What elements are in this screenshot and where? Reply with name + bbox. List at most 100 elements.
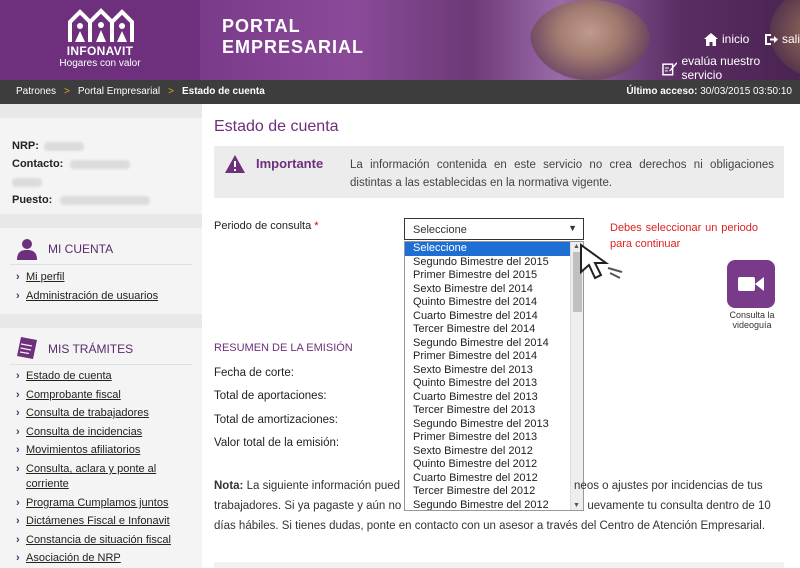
dropdown-scrollbar[interactable]: ▲ ▼ — [570, 242, 583, 510]
home-icon — [704, 32, 718, 46]
evalua-servicio-link[interactable]: evalúa nuestro servicio — [662, 54, 800, 80]
last-access: Último acceso: 30/03/2015 03:50:10 — [626, 86, 792, 97]
required-mark: * — [314, 220, 319, 232]
nota-paragraph: Nota: La siguiente información pued neos … — [214, 476, 786, 536]
important-text: La información contenida en este servici… — [350, 159, 774, 189]
sidebar-item-label: Asociación de NRP — [26, 552, 121, 564]
dropdown-option[interactable]: Cuarto Bimestre del 2014 — [405, 310, 571, 324]
sidebar-item-constancia-situacion-fiscal[interactable]: › Constancia de situación fiscal — [16, 533, 171, 547]
dropdown-option[interactable]: Segundo Bimestre del 2015 — [405, 256, 571, 270]
sidebar-item-consulta-aclara[interactable]: › Consulta, aclara y ponte al — [16, 462, 156, 476]
breadcrumb-current: Estado de cuenta — [181, 86, 265, 97]
chevron-right-icon: › — [16, 407, 20, 419]
breadcrumb-separator: > — [64, 86, 70, 97]
dropdown-option[interactable]: Sexto Bimestre del 2013 — [405, 364, 571, 378]
sidebar-item-consulta-aclara-line2[interactable]: corriente — [26, 477, 69, 491]
sidebar-item-consulta-incidencias[interactable]: › Consulta de incidencias — [16, 425, 143, 439]
sidebar-item-comprobante-fiscal[interactable]: › Comprobante fiscal — [16, 388, 121, 402]
sidebar-item-estado-de-cuenta[interactable]: › Estado de cuenta — [16, 369, 112, 383]
periodo-dropdown-list[interactable]: Seleccione Segundo Bimestre del 2015 Prime… — [404, 241, 584, 511]
total-aportaciones-label: Total de aportaciones: — [214, 390, 327, 402]
user-info-card: NRP: Contacto: Puesto: — [0, 118, 202, 214]
evalua-label: evalúa nuestro servicio — [681, 54, 761, 80]
sidebar-item-label: Consulta de incidencias — [26, 426, 143, 438]
salir-link[interactable]: salir — [764, 32, 800, 46]
chevron-right-icon: › — [16, 271, 20, 283]
inicio-label: inicio — [722, 32, 750, 46]
dropdown-option[interactable]: Segundo Bimestre del 2013 — [405, 418, 571, 432]
redacted-contacto-line2 — [12, 178, 42, 187]
nota-line-2: trabajadores. Si ya pagaste y aún no ueva… — [214, 496, 786, 516]
sidebar-item-consulta-trabajadores[interactable]: › Consulta de trabajadores — [16, 406, 149, 420]
dropdown-option[interactable]: Segundo Bimestre del 2014 — [405, 337, 571, 351]
periodo-select[interactable]: Seleccione ▼ — [404, 218, 584, 240]
fecha-corte-label: Fecha de corte: — [214, 367, 294, 379]
houses-logo-icon — [68, 8, 134, 42]
dropdown-option[interactable]: Tercer Bimestre del 2013 — [405, 404, 571, 418]
inicio-link[interactable]: inicio — [704, 32, 749, 46]
sidebar-item-label: Mi perfil — [26, 271, 65, 283]
chevron-right-icon: › — [16, 463, 20, 475]
infonavit-logo[interactable]: INFONAVIT Hogares con valor — [0, 0, 200, 80]
periodo-select-value: Seleccione — [413, 224, 467, 236]
redacted-puesto — [60, 196, 150, 205]
sidebar-item-label: Consulta de trabajadores — [26, 407, 149, 419]
periodo-label: Periodo de consulta * — [214, 220, 319, 232]
dropdown-option[interactable]: Quinto Bimestre del 2013 — [405, 377, 571, 391]
breadcrumb-portal-empresarial[interactable]: Portal Empresarial — [78, 86, 160, 97]
nota-text-1b: neos o ajustes por incidencias de tus — [574, 480, 763, 492]
logo-tagline: Hogares con valor — [59, 58, 141, 69]
sidebar-item-asociacion-nrp[interactable]: › Asociación de NRP — [16, 551, 121, 565]
portal-title-line2: EMPRESARIAL — [222, 37, 365, 57]
nota-text-2a: trabajadores. Si ya pagaste y aún no — [214, 500, 402, 512]
nrp-label: NRP: — [12, 140, 39, 152]
nota-line-1: Nota: La siguiente información pued neos … — [214, 476, 786, 496]
site-header: INFONAVIT Hogares con valor PORTAL EMPRE… — [0, 0, 800, 80]
nota-text-2b: uevamente tu consulta dentro de 10 — [587, 500, 771, 512]
main-content: Estado de cuenta Importante La informaci… — [202, 104, 800, 568]
videoguia-button[interactable] — [727, 260, 775, 308]
user-icon — [17, 239, 37, 260]
sidebar-item-movimientos-afiliatorios[interactable]: › Movimientos afiliatorios — [16, 443, 141, 457]
dropdown-option[interactable]: Tercer Bimestre del 2014 — [405, 323, 571, 337]
puesto-label: Puesto: — [12, 194, 53, 206]
sidebar-item-label: Programa Cumplamos juntos — [26, 497, 169, 509]
chevron-right-icon: › — [16, 497, 20, 509]
survey-icon — [662, 61, 678, 76]
dropdown-options: Seleccione Segundo Bimestre del 2015 Prime… — [405, 242, 571, 510]
dropdown-option[interactable]: Cuarto Bimestre del 2013 — [405, 391, 571, 405]
video-camera-icon — [738, 277, 764, 291]
sidebar-item-administracion-usuarios[interactable]: › Administración de usuarios — [16, 289, 158, 303]
warning-icon — [225, 155, 245, 173]
redacted-nrp — [44, 142, 84, 151]
chevron-right-icon: › — [16, 444, 20, 456]
sidebar-item-dictamenes[interactable]: › Dictámenes Fiscal e Infonavit — [16, 514, 170, 528]
breadcrumb-patrones[interactable]: Patrones — [16, 86, 56, 97]
dropdown-option[interactable]: Quinto Bimestre del 2014 — [405, 296, 571, 310]
banner-photo-person-1 — [530, 0, 650, 80]
valor-total-label: Valor total de la emisión: — [214, 437, 340, 449]
videoguia-label[interactable]: Consulta la videoguía — [717, 310, 787, 330]
sidebar: NRP: Contacto: Puesto: MI CUENTA › Mi per… — [0, 104, 202, 568]
dropdown-option[interactable]: Quinto Bimestre del 2012 — [405, 458, 571, 472]
dropdown-option[interactable]: Primer Bimestre del 2015 — [405, 269, 571, 283]
dropdown-option[interactable]: Primer Bimestre del 2013 — [405, 431, 571, 445]
dropdown-option[interactable]: Sexto Bimestre del 2012 — [405, 445, 571, 459]
nota-label: Nota: — [214, 480, 244, 492]
sidebar-item-label: Estado de cuenta — [26, 370, 112, 382]
important-notice: Importante La información contenida en e… — [214, 146, 784, 198]
page-title: Estado de cuenta — [214, 118, 339, 135]
mouse-pointer-icon — [580, 243, 623, 280]
mi-cuenta-section: MI CUENTA › Mi perfil › Administración de … — [0, 228, 202, 314]
sidebar-item-cumplamos-juntos[interactable]: › Programa Cumplamos juntos — [16, 496, 169, 510]
sidebar-item-mi-perfil[interactable]: › Mi perfil — [16, 270, 65, 284]
mis-tramites-section: MIS TRÁMITES › Estado de cuenta › Comproba… — [0, 328, 202, 568]
sidebar-item-label: Comprobante fiscal — [26, 389, 121, 401]
dropdown-option[interactable]: Sexto Bimestre del 2014 — [405, 283, 571, 297]
sidebar-item-label: Movimientos afiliatorios — [26, 444, 141, 456]
dropdown-option[interactable]: Seleccione — [405, 242, 571, 256]
last-access-value: 30/03/2015 03:50:10 — [700, 86, 792, 97]
dropdown-option[interactable]: Primer Bimestre del 2014 — [405, 350, 571, 364]
mi-cuenta-title: MI CUENTA — [48, 242, 114, 256]
breadcrumb-separator: > — [168, 86, 174, 97]
